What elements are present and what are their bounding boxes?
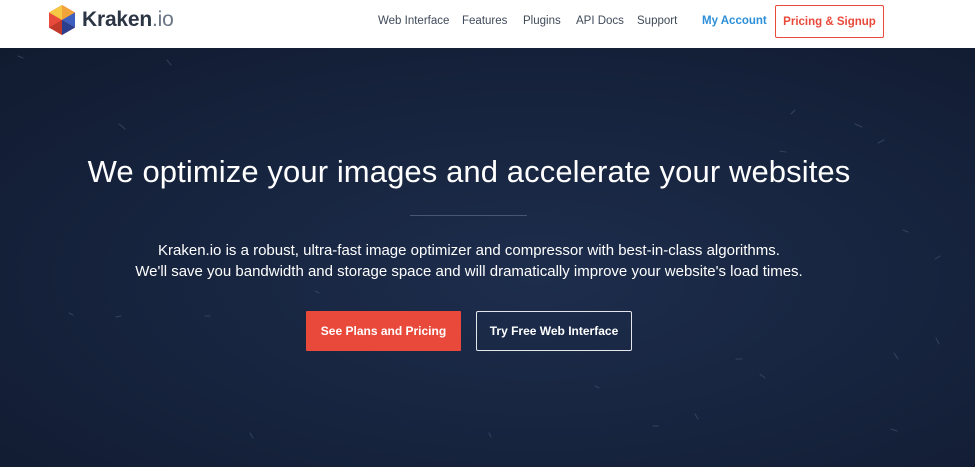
hero-description: Kraken.io is a robust, ultra-fast image … [0, 240, 938, 282]
hero-section: We optimize your images and accelerate y… [0, 48, 975, 467]
title-divider [410, 215, 527, 216]
nav-web-interface[interactable]: Web Interface [378, 15, 449, 27]
hero-description-line-1: Kraken.io is a robust, ultra-fast image … [158, 242, 780, 259]
hero-title: We optimize your images and accelerate y… [87, 154, 851, 189]
logo-name: Kraken [82, 8, 153, 31]
see-plans-pricing-button[interactable]: See Plans and Pricing [306, 311, 461, 351]
logo-tld: .io [152, 8, 174, 31]
kraken-logo[interactable]: Kraken.io [46, 5, 174, 35]
nav-plugins[interactable]: Plugins [523, 15, 561, 27]
logo-wordmark: Kraken.io [82, 8, 174, 32]
nav-support[interactable]: Support [637, 15, 677, 27]
hero-description-line-2: We'll save you bandwidth and storage spa… [135, 263, 803, 280]
nav-features[interactable]: Features [462, 15, 507, 27]
top-navigation-bar: Kraken.io Web Interface Features Plugins… [0, 0, 975, 48]
nav-api-docs[interactable]: API Docs [576, 15, 624, 27]
nav-my-account[interactable]: My Account [702, 15, 767, 27]
try-free-web-interface-button[interactable]: Try Free Web Interface [476, 311, 632, 351]
kraken-logo-icon [49, 5, 75, 35]
pricing-signup-button[interactable]: Pricing & Signup [775, 5, 884, 38]
